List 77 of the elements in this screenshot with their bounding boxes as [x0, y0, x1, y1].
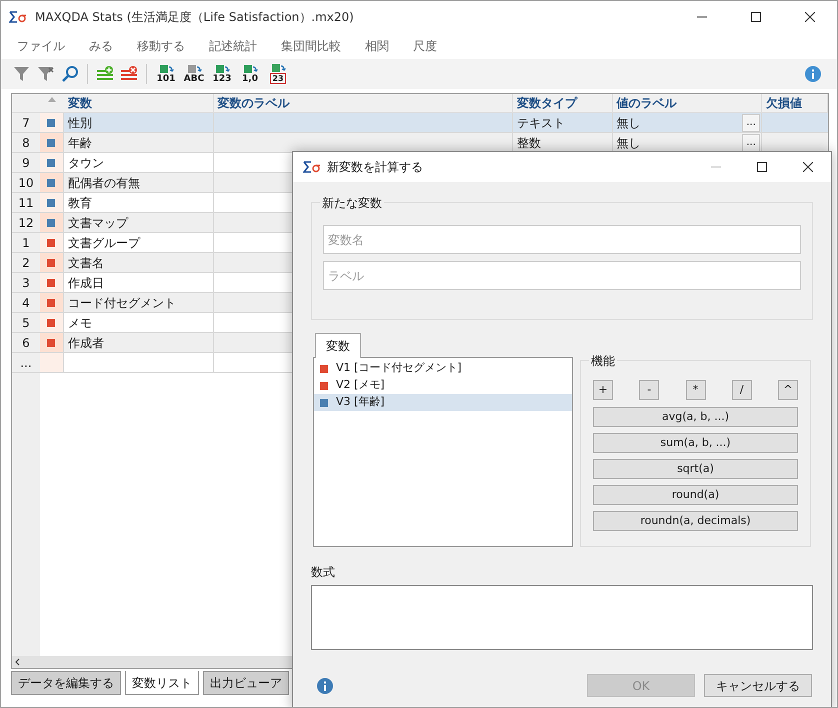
- app-logo-icon: [9, 11, 27, 23]
- function-button[interactable]: roundn(a, decimals): [593, 511, 798, 531]
- operator-button[interactable]: -: [639, 380, 660, 400]
- label-field[interactable]: ラベル: [323, 261, 801, 290]
- row-number: 11: [12, 193, 40, 212]
- table-cell: 文書名: [68, 256, 104, 270]
- row-number: ...: [12, 353, 40, 372]
- view-tab[interactable]: 出力ビューア: [203, 671, 289, 695]
- row-number: 3: [12, 273, 40, 292]
- table-cell: 作成日: [68, 276, 104, 290]
- info-icon[interactable]: [805, 66, 821, 82]
- close-icon[interactable]: [803, 162, 813, 172]
- function-button[interactable]: sum(a, b, ...): [593, 433, 798, 453]
- dialog-title: 新変数を計算する: [327, 159, 423, 176]
- maximize-icon[interactable]: [757, 162, 767, 172]
- variables-tab[interactable]: 変数: [315, 333, 361, 358]
- table-cell: 整数: [516, 136, 541, 150]
- view-tab[interactable]: 変数リスト: [125, 671, 199, 695]
- filter-clear-icon[interactable]: [37, 65, 55, 83]
- table-cell: コード付セグメント: [68, 296, 176, 310]
- operator-button[interactable]: +: [593, 380, 613, 400]
- variable-list-item[interactable]: V2 [メモ]: [314, 377, 572, 394]
- table-cell: メモ: [68, 316, 92, 330]
- function-button[interactable]: avg(a, b, ...): [593, 407, 798, 427]
- app-logo-icon: [303, 161, 321, 173]
- function-button[interactable]: sqrt(a): [593, 459, 798, 479]
- row-number: 1: [12, 233, 40, 252]
- view-tab[interactable]: データを編集する: [11, 671, 121, 695]
- operator-button[interactable]: ^: [778, 380, 798, 400]
- edit-value-labels-button[interactable]: ...: [742, 114, 760, 132]
- table-cell: 性別: [68, 116, 92, 130]
- maximize-icon[interactable]: [751, 12, 761, 22]
- table-cell-text: 無し: [616, 134, 641, 152]
- function-button[interactable]: round(a): [593, 485, 798, 505]
- window-title: MAXQDA Stats (生活満足度（Life Satisfaction）.mx20): [35, 9, 354, 26]
- table-cell: 文書グループ: [68, 236, 140, 250]
- row-number: 9: [12, 153, 40, 172]
- variable-list-item[interactable]: V3 [年齢]: [314, 394, 572, 411]
- group-title: 新たな変数: [320, 194, 384, 212]
- menu-item[interactable]: 記述統計: [207, 37, 259, 55]
- table-cell: タウン: [68, 156, 104, 170]
- formula-field[interactable]: [311, 585, 813, 650]
- column-header[interactable]: 変数のラベル: [214, 94, 513, 112]
- table-cell: テキスト: [516, 116, 565, 130]
- info-icon[interactable]: [317, 678, 333, 694]
- table-cell: 文書マップ: [68, 216, 128, 230]
- operator-button[interactable]: *: [686, 380, 706, 400]
- table-cell-text: 無し: [616, 114, 641, 132]
- add-variable-icon[interactable]: [96, 65, 114, 83]
- close-icon[interactable]: [805, 12, 815, 22]
- column-header[interactable]: 値のラベル: [612, 94, 762, 112]
- menu-item[interactable]: みる: [87, 37, 115, 55]
- search-icon[interactable]: [61, 65, 79, 83]
- column-header[interactable]: 変数: [64, 94, 214, 112]
- formula-label: 数式: [311, 564, 336, 581]
- table-cell: 作成者: [68, 336, 104, 350]
- menu-item[interactable]: 相関: [363, 37, 391, 55]
- filter-icon[interactable]: [13, 65, 31, 83]
- column-header[interactable]: 変数タイプ: [512, 94, 613, 112]
- cancel-button[interactable]: キャンセルする: [704, 674, 812, 697]
- table-cell: 教育: [68, 196, 92, 210]
- row-number: 5: [12, 313, 40, 332]
- menu-item[interactable]: 尺度: [411, 37, 439, 55]
- operator-button[interactable]: /: [732, 380, 752, 400]
- row-number: 7: [12, 113, 40, 132]
- menu-item[interactable]: ファイル: [15, 37, 67, 55]
- table-cell: 配偶者の有無: [68, 176, 140, 190]
- edit-value-labels-button[interactable]: ...: [742, 134, 760, 152]
- table-cell: 年齢: [68, 136, 92, 150]
- table-row[interactable]: 7 性別 テキスト 無し ...: [12, 113, 828, 133]
- variable-list-item[interactable]: V1 [コード付セグメント]: [314, 360, 572, 377]
- delete-variable-icon[interactable]: [120, 65, 138, 83]
- column-header[interactable]: 欠損値: [762, 94, 828, 112]
- variable-name-field[interactable]: 変数名: [323, 225, 801, 254]
- table-row[interactable]: 8 年齢 整数 無し ...: [12, 133, 828, 153]
- menu-item[interactable]: 集団間比較: [279, 37, 343, 55]
- menu-item[interactable]: 移動する: [135, 37, 187, 55]
